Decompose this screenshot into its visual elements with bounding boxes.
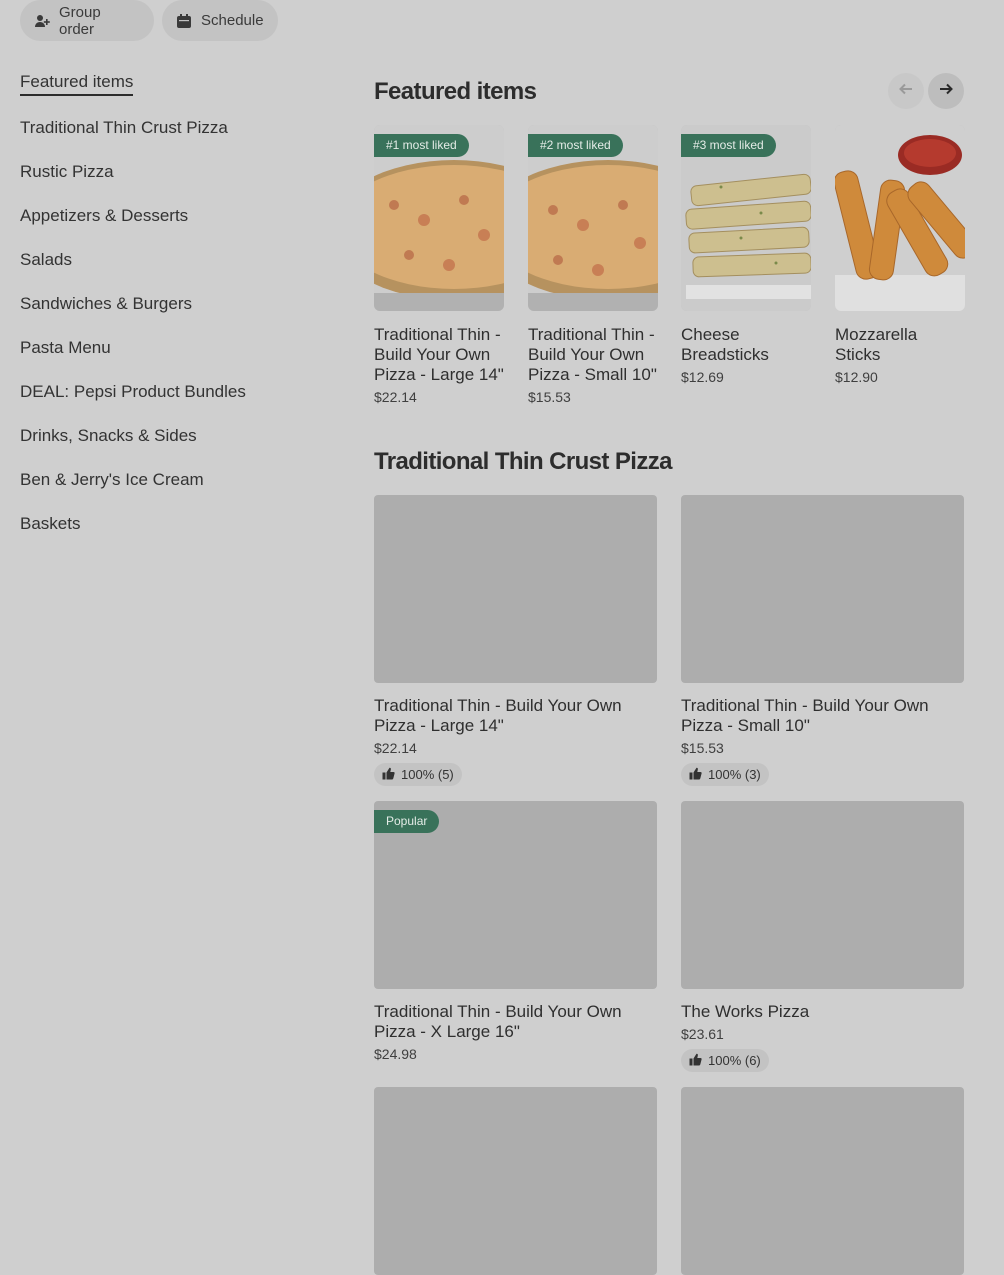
sidebar-item-label: Traditional Thin Crust Pizza bbox=[20, 118, 228, 137]
featured-items-title: Featured items bbox=[374, 78, 537, 105]
mozzarella-sticks-image bbox=[835, 125, 965, 311]
add-person-icon bbox=[34, 13, 50, 29]
sidebar-item-label: Ben & Jerry's Ice Cream bbox=[20, 470, 204, 489]
featured-item-card[interactable]: Mozzarella Sticks $12.90 bbox=[835, 125, 965, 385]
most-liked-badge: #1 most liked bbox=[374, 134, 469, 157]
item-price: $12.90 bbox=[835, 369, 878, 385]
featured-item-card[interactable]: #1 most liked Traditional Thin - Build Y… bbox=[374, 125, 504, 405]
rating-text: 100% (6) bbox=[708, 1053, 761, 1068]
group-order-label: Group order bbox=[59, 3, 101, 38]
sidebar-item-label: Appetizers & Desserts bbox=[20, 206, 189, 225]
item-price: $22.14 bbox=[374, 389, 417, 405]
item-price: $24.98 bbox=[374, 1046, 417, 1062]
schedule-button[interactable]: Schedule bbox=[162, 0, 278, 41]
calendar-icon bbox=[176, 13, 192, 29]
rating-text: 100% (3) bbox=[708, 767, 761, 782]
item-image-placeholder bbox=[374, 1087, 657, 1275]
menu-item-card[interactable] bbox=[374, 1087, 657, 1275]
item-name: Cheese Breadsticks bbox=[681, 325, 769, 364]
arrow-left-icon bbox=[898, 81, 914, 102]
sidebar-item-rustic-pizza[interactable]: Rustic Pizza bbox=[20, 150, 320, 194]
item-price: $23.61 bbox=[681, 1026, 724, 1042]
rating-badge: 100% (6) bbox=[681, 1049, 769, 1072]
rating-badge: 100% (5) bbox=[374, 763, 462, 786]
most-liked-badge: #2 most liked bbox=[528, 134, 623, 157]
arrow-right-icon bbox=[938, 81, 954, 102]
item-price: $15.53 bbox=[528, 389, 571, 405]
carousel-prev-button[interactable] bbox=[888, 73, 924, 109]
item-name: Mozzarella Sticks bbox=[835, 325, 918, 364]
item-name: Traditional Thin - Build Your Own Pizza … bbox=[528, 325, 657, 384]
sidebar-item-label: Featured items bbox=[20, 72, 134, 96]
sidebar-item-salads[interactable]: Salads bbox=[20, 238, 320, 282]
popular-badge: Popular bbox=[374, 810, 440, 833]
menu-item-card[interactable]: Traditional Thin - Build Your Own Pizza … bbox=[374, 495, 657, 786]
section-title: Traditional Thin Crust Pizza bbox=[374, 448, 673, 475]
sidebar-item-pepsi-bundles[interactable]: DEAL: Pepsi Product Bundles bbox=[20, 370, 320, 414]
item-name: Traditional Thin - Build Your Own Pizza … bbox=[681, 696, 929, 735]
sidebar-item-baskets[interactable]: Baskets bbox=[20, 502, 320, 546]
sidebar-item-ice-cream[interactable]: Ben & Jerry's Ice Cream bbox=[20, 458, 320, 502]
sidebar-item-appetizers-desserts[interactable]: Appetizers & Desserts bbox=[20, 194, 320, 238]
sidebar-item-label: Sandwiches & Burgers bbox=[20, 294, 192, 313]
rating-badge: 100% (3) bbox=[681, 763, 769, 786]
sidebar-item-label: Rustic Pizza bbox=[20, 162, 114, 181]
pizza-image: #1 most liked bbox=[374, 125, 504, 311]
group-order-button[interactable]: Group order bbox=[20, 0, 154, 41]
rating-text: 100% (5) bbox=[401, 767, 454, 782]
carousel-next-button[interactable] bbox=[928, 73, 964, 109]
item-price: $15.53 bbox=[681, 740, 724, 756]
thumbs-up-icon bbox=[689, 1053, 702, 1069]
item-image-placeholder: Popular bbox=[374, 801, 657, 989]
pizza-image: #2 most liked bbox=[528, 125, 658, 311]
item-price: $22.14 bbox=[374, 740, 417, 756]
item-image-placeholder bbox=[681, 495, 964, 683]
most-liked-badge: #3 most liked bbox=[681, 134, 776, 157]
breadsticks-image: #3 most liked bbox=[681, 125, 811, 311]
sidebar-item-label: Pasta Menu bbox=[20, 338, 111, 357]
menu-item-card[interactable]: Traditional Thin - Build Your Own Pizza … bbox=[681, 495, 964, 786]
menu-item-card[interactable] bbox=[681, 1087, 964, 1275]
sidebar-item-pasta-menu[interactable]: Pasta Menu bbox=[20, 326, 320, 370]
featured-item-card[interactable]: #2 most liked Traditional Thin - Build Y… bbox=[528, 125, 658, 405]
sidebar-item-label: DEAL: Pepsi Product Bundles bbox=[20, 382, 246, 401]
item-image-placeholder bbox=[681, 1087, 964, 1275]
item-price: $12.69 bbox=[681, 369, 724, 385]
sidebar-item-label: Drinks, Snacks & Sides bbox=[20, 426, 197, 445]
item-name: Traditional Thin - Build Your Own Pizza … bbox=[374, 696, 622, 735]
sidebar-item-traditional-thin-crust-pizza[interactable]: Traditional Thin Crust Pizza bbox=[20, 106, 320, 150]
schedule-label: Schedule bbox=[201, 12, 264, 29]
sidebar-item-label: Salads bbox=[20, 250, 72, 269]
item-name: The Works Pizza bbox=[681, 1002, 810, 1021]
menu-item-card[interactable]: The Works Pizza $23.61 100% (6) bbox=[681, 801, 964, 1072]
sidebar-item-featured-items[interactable]: Featured items bbox=[20, 62, 320, 106]
thumbs-up-icon bbox=[382, 767, 395, 783]
sidebar-item-sandwiches-burgers[interactable]: Sandwiches & Burgers bbox=[20, 282, 320, 326]
item-image-placeholder bbox=[681, 801, 964, 989]
thumbs-up-icon bbox=[689, 767, 702, 783]
item-image-placeholder bbox=[374, 495, 657, 683]
item-name: Traditional Thin - Build Your Own Pizza … bbox=[374, 325, 504, 384]
sidebar-item-label: Baskets bbox=[20, 514, 81, 533]
sidebar-item-drinks-snacks-sides[interactable]: Drinks, Snacks & Sides bbox=[20, 414, 320, 458]
menu-item-card[interactable]: Popular Traditional Thin - Build Your Ow… bbox=[374, 801, 657, 1062]
featured-item-card[interactable]: #3 most liked Cheese Breadsticks $12.69 bbox=[681, 125, 811, 385]
item-name: Traditional Thin - Build Your Own Pizza … bbox=[374, 1002, 622, 1041]
category-nav: Featured items Traditional Thin Crust Pi… bbox=[20, 62, 320, 546]
